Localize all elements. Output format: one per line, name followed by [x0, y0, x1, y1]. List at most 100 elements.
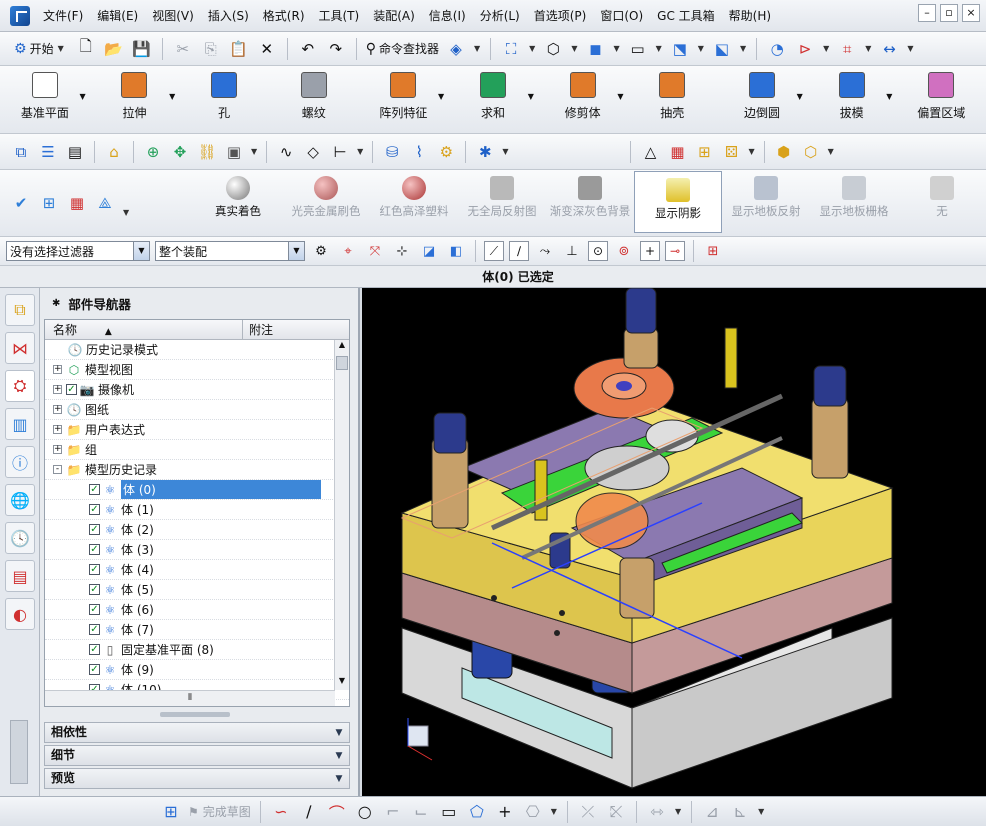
web-browser-tab-icon[interactable]: 🌐 — [5, 484, 35, 516]
spring-icon[interactable]: ⌇ — [408, 141, 430, 163]
tree-row[interactable]: ✓ ⚛ 体 (9) — [45, 660, 349, 680]
zoom-icon[interactable]: ⬡ — [542, 38, 564, 60]
feature-command-button[interactable]: 拉伸 ▼ — [90, 66, 180, 121]
move-component-icon[interactable]: ✥ — [169, 141, 191, 163]
tree-row[interactable]: ✓ ⚛ 体 (7) — [45, 620, 349, 640]
section-view-icon[interactable]: ⬕ — [711, 38, 733, 60]
chevron-down-icon[interactable]: ▼ — [613, 44, 619, 53]
menu-item[interactable]: 装配(A) — [366, 7, 422, 24]
analysis-icon[interactable]: ◔ — [766, 38, 788, 60]
menu-item[interactable]: 编辑(E) — [90, 7, 145, 24]
render-style-button[interactable]: 无 — [898, 170, 986, 233]
render-style-button[interactable]: 渐变深灰色背景 — [546, 170, 634, 233]
splitter-handle[interactable] — [160, 712, 230, 717]
render-style-button[interactable]: 显示地板栅格 — [810, 170, 898, 233]
part-navigator-tab-icon[interactable]: ⛭ — [5, 370, 35, 402]
chevron-down-icon[interactable]: ▼ — [675, 807, 681, 816]
feature-command-button[interactable]: 拔模 ▼ — [807, 66, 897, 121]
check-geometry-icon[interactable]: ⊞ — [38, 192, 60, 214]
visibility-checkbox[interactable]: ✓ — [89, 664, 100, 675]
chevron-down-icon[interactable]: ▼ — [886, 92, 892, 101]
chevron-down-icon[interactable]: ▼ — [797, 92, 803, 101]
restore-icon[interactable]: ▫ — [940, 4, 958, 22]
chevron-down-icon[interactable]: ▼ — [656, 44, 662, 53]
chevron-down-icon[interactable]: ▼ — [474, 44, 480, 53]
render-style-button[interactable]: 无全局反射图 — [458, 170, 546, 233]
sketch-icon[interactable]: ⊞ — [160, 801, 182, 823]
circle-icon[interactable]: ○ — [354, 801, 376, 823]
chevron-down-icon[interactable]: ▼ — [79, 92, 85, 101]
polygon-icon[interactable]: ⬠ — [466, 801, 488, 823]
tree-row[interactable]: ✓ ⚛ 体 (2) — [45, 520, 349, 540]
tree-row[interactable]: ✓ ⚛ 体 (0) — [45, 480, 349, 500]
chamfer-icon[interactable]: ⌙ — [410, 801, 432, 823]
menu-item[interactable]: GC 工具箱 — [650, 7, 722, 24]
tree-row[interactable]: ✓ ⚛ 体 (3) — [45, 540, 349, 560]
snap-point-icon[interactable]: ⊸ — [665, 241, 685, 261]
chevron-down-icon[interactable]: ▼ — [907, 44, 913, 53]
visibility-checkbox[interactable]: ✓ — [89, 564, 100, 575]
feature-command-button[interactable]: 抽壳 — [627, 66, 717, 121]
menu-item[interactable]: 帮助(H) — [722, 7, 778, 24]
menu-item[interactable]: 分析(L) — [473, 7, 527, 24]
axis-icon[interactable]: ⌗ — [836, 38, 858, 60]
tree-row[interactable]: ✓ ⚛ 体 (1) — [45, 500, 349, 520]
new-file-icon[interactable]: 🗋 — [75, 37, 97, 60]
roles-tab-icon[interactable]: ◐ — [5, 598, 35, 630]
chevron-down-icon[interactable]: ▼ — [758, 807, 764, 816]
tree-row[interactable]: 🕓 历史记录模式 — [45, 340, 349, 360]
gear-icon[interactable]: ⚙ — [435, 141, 457, 163]
scroll-thumb[interactable] — [336, 356, 348, 370]
scroll-up-icon[interactable]: ▲ — [336, 340, 348, 354]
component-group-icon[interactable]: ⚄ — [720, 141, 742, 163]
chevron-down-icon[interactable]: ▼ — [502, 147, 508, 156]
chevron-down-icon[interactable]: ▼ — [251, 147, 257, 156]
mold-wizard-icon[interactable]: ⬢ — [773, 141, 795, 163]
tree-row[interactable]: + 📁 组 — [45, 440, 349, 460]
table-icon[interactable]: ▦ — [666, 141, 688, 163]
measure-distance-icon[interactable]: ↔ — [878, 38, 900, 60]
select-cursor-icon[interactable]: ⌖ — [337, 240, 359, 262]
horizontal-scrollbar[interactable]: ⦀ — [45, 690, 335, 706]
copy-icon[interactable]: ⎘ — [200, 38, 222, 60]
wcs-triad-icon[interactable]: ⟁ — [94, 192, 116, 214]
visibility-checkbox[interactable]: ✓ — [89, 644, 100, 655]
line-icon[interactable]: ∕ — [298, 801, 320, 823]
chevron-down-icon[interactable]: ▼ — [529, 44, 535, 53]
select-move-icon[interactable]: ⤧ — [364, 240, 386, 262]
save-icon[interactable]: 💾 — [131, 38, 153, 60]
check-mate-icon[interactable]: ✔ — [10, 192, 32, 214]
menu-item[interactable]: 首选项(P) — [527, 7, 594, 24]
expand-icon[interactable]: + — [53, 445, 62, 454]
feature-command-button[interactable]: 基准平面 ▼ — [0, 66, 90, 121]
wcs-icon[interactable]: ⊳ — [794, 38, 816, 60]
background-icon[interactable]: ▭ — [627, 38, 649, 60]
tree-row[interactable]: + 📁 用户表达式 — [45, 420, 349, 440]
minimize-icon[interactable]: – — [918, 4, 936, 22]
finish-sketch-button[interactable]: ⚑ 完成草图 — [188, 803, 251, 820]
visibility-checkbox[interactable]: ✓ — [66, 384, 77, 395]
visibility-checkbox[interactable]: ✓ — [89, 604, 100, 615]
chevron-down-icon[interactable]: ▼ — [332, 749, 346, 763]
chevron-down-icon[interactable]: ▼ — [740, 44, 746, 53]
tools-icon[interactable]: ✱ — [474, 141, 496, 163]
triangle-icon[interactable]: △ — [639, 141, 661, 163]
dimension-icon[interactable]: ⊾ — [729, 801, 751, 823]
render-style-button[interactable]: 真实着色 — [194, 170, 282, 233]
offset-icon[interactable]: ⎔ — [522, 801, 544, 823]
selection-filter-icon[interactable]: ◈ — [445, 38, 467, 60]
graphics-viewport[interactable] — [362, 288, 986, 796]
cut-icon[interactable]: ✂ — [172, 38, 194, 60]
orient-view-icon[interactable]: ⬔ — [669, 38, 691, 60]
clock-tab-icon[interactable]: 🕓 — [5, 522, 35, 554]
paste-icon[interactable]: 📋 — [228, 38, 250, 60]
visibility-checkbox[interactable]: ✓ — [89, 524, 100, 535]
curve-icon[interactable]: ∿ — [275, 141, 297, 163]
layer-settings-icon[interactable]: ▤ — [64, 141, 86, 163]
menu-item[interactable]: 文件(F) — [36, 7, 90, 24]
chevron-down-icon[interactable]: ▼ — [332, 726, 346, 740]
cylinder-icon[interactable]: ⛁ — [381, 141, 403, 163]
tree-row[interactable]: ✓ ▯ 固定基准平面 (8) — [45, 640, 349, 660]
chevron-down-icon[interactable]: ▼ — [438, 92, 444, 101]
reuse-library-tab-icon[interactable]: ▥ — [5, 408, 35, 440]
